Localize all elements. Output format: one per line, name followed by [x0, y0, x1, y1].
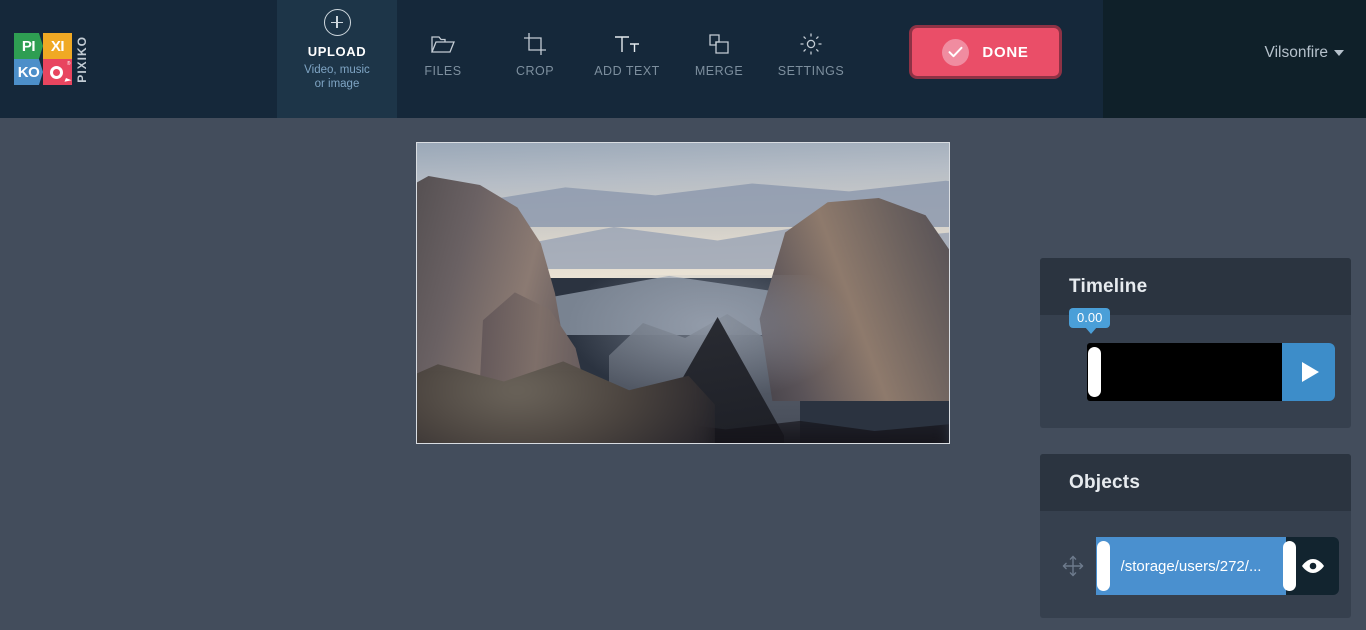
timeline-playhead-handle[interactable]: [1088, 347, 1101, 397]
object-clip-wrapper: /storage/users/272/...: [1096, 537, 1339, 595]
upload-subtitle-line1: Video, music: [304, 64, 370, 76]
list-item: /storage/users/272/...: [1040, 537, 1351, 595]
pixiko-logo[interactable]: PI XI KO ® PIXIKO: [14, 33, 92, 85]
object-clip-label: /storage/users/272/...: [1120, 557, 1262, 575]
logo-cell-xi-text: XI: [50, 37, 65, 55]
editor-stage: Timeline 0.00 Objects /storage/users/272…: [0, 118, 1366, 630]
folder-icon: [428, 30, 458, 58]
user-name: Vilsonfire: [1264, 44, 1328, 61]
upload-subtitle: Video, music or image: [304, 63, 370, 91]
eye-icon: [1301, 559, 1324, 573]
gear-icon: [796, 30, 826, 58]
timeline-title: Timeline: [1069, 275, 1148, 297]
tool-settings[interactable]: SETTINGS: [765, 0, 857, 118]
play-button[interactable]: [1282, 343, 1335, 401]
text-tt-icon: [612, 30, 642, 58]
clip-handle-right[interactable]: [1283, 541, 1296, 591]
preview-canvas[interactable]: [416, 142, 950, 444]
tool-files[interactable]: FILES: [397, 0, 489, 118]
logo-o-ring-icon: [49, 65, 63, 79]
done-button[interactable]: DONE: [909, 25, 1062, 79]
user-menu[interactable]: Vilsonfire: [1265, 44, 1344, 62]
tool-files-label: FILES: [424, 64, 462, 78]
app-header: PI XI KO ® PIXIKO UPLOAD Video, music or…: [0, 0, 1366, 118]
timeline-panel-body: 0.00: [1040, 308, 1351, 428]
logo-cell-ko: KO: [14, 59, 43, 85]
upload-button[interactable]: UPLOAD Video, music or image: [277, 0, 397, 118]
upload-subtitle-line2: or image: [314, 78, 360, 90]
logo-cell-xi: XI: [43, 33, 72, 59]
cursor-arrow-icon: [64, 78, 72, 84]
logo-cell-o: ®: [43, 59, 72, 85]
chevron-down-icon: [1334, 50, 1344, 56]
crop-icon: [520, 30, 550, 58]
preview-image: [417, 143, 949, 443]
logo-cell-pi: PI: [14, 33, 43, 59]
main-toolbar: FILES CROP ADD TEXT MERGE SETTINGS: [397, 0, 857, 118]
object-clip[interactable]: /storage/users/272/...: [1096, 537, 1296, 595]
objects-panel-header: Objects: [1040, 454, 1351, 511]
objects-panel: Objects /storage/users/272/...: [1040, 454, 1351, 618]
plus-circle-icon: [323, 9, 351, 36]
timeline-track[interactable]: [1087, 343, 1282, 401]
tool-merge-label: MERGE: [694, 64, 744, 78]
merge-shapes-icon: [704, 30, 734, 58]
play-icon: [1302, 362, 1319, 382]
done-button-label: DONE: [982, 43, 1029, 61]
objects-title: Objects: [1069, 471, 1141, 493]
tool-crop-label: CROP: [515, 64, 555, 78]
logo-cell-pi-text: PI: [21, 37, 36, 55]
timeline-track-row: [1087, 343, 1335, 401]
logo-grid: PI XI KO ®: [14, 33, 72, 85]
upload-title: UPLOAD: [307, 44, 367, 59]
objects-panel-body: /storage/users/272/...: [1040, 511, 1351, 618]
tool-crop[interactable]: CROP: [489, 0, 581, 118]
logo-vertical-text: PIXIKO: [75, 35, 89, 83]
tool-merge[interactable]: MERGE: [673, 0, 765, 118]
clip-handle-left[interactable]: [1097, 541, 1110, 591]
logo-cell-ko-text: KO: [17, 63, 40, 81]
tool-settings-label: SETTINGS: [777, 64, 845, 78]
timeline-panel-header: Timeline: [1040, 258, 1351, 315]
timeline-panel: Timeline 0.00: [1040, 258, 1351, 428]
current-time-badge: 0.00: [1069, 308, 1111, 334]
tool-add-text[interactable]: ADD TEXT: [581, 0, 673, 118]
tool-add-text-label: ADD TEXT: [594, 64, 660, 78]
registered-mark: ®: [66, 61, 71, 67]
check-circle-icon: [942, 38, 970, 66]
move-arrows-icon[interactable]: [1050, 555, 1096, 577]
